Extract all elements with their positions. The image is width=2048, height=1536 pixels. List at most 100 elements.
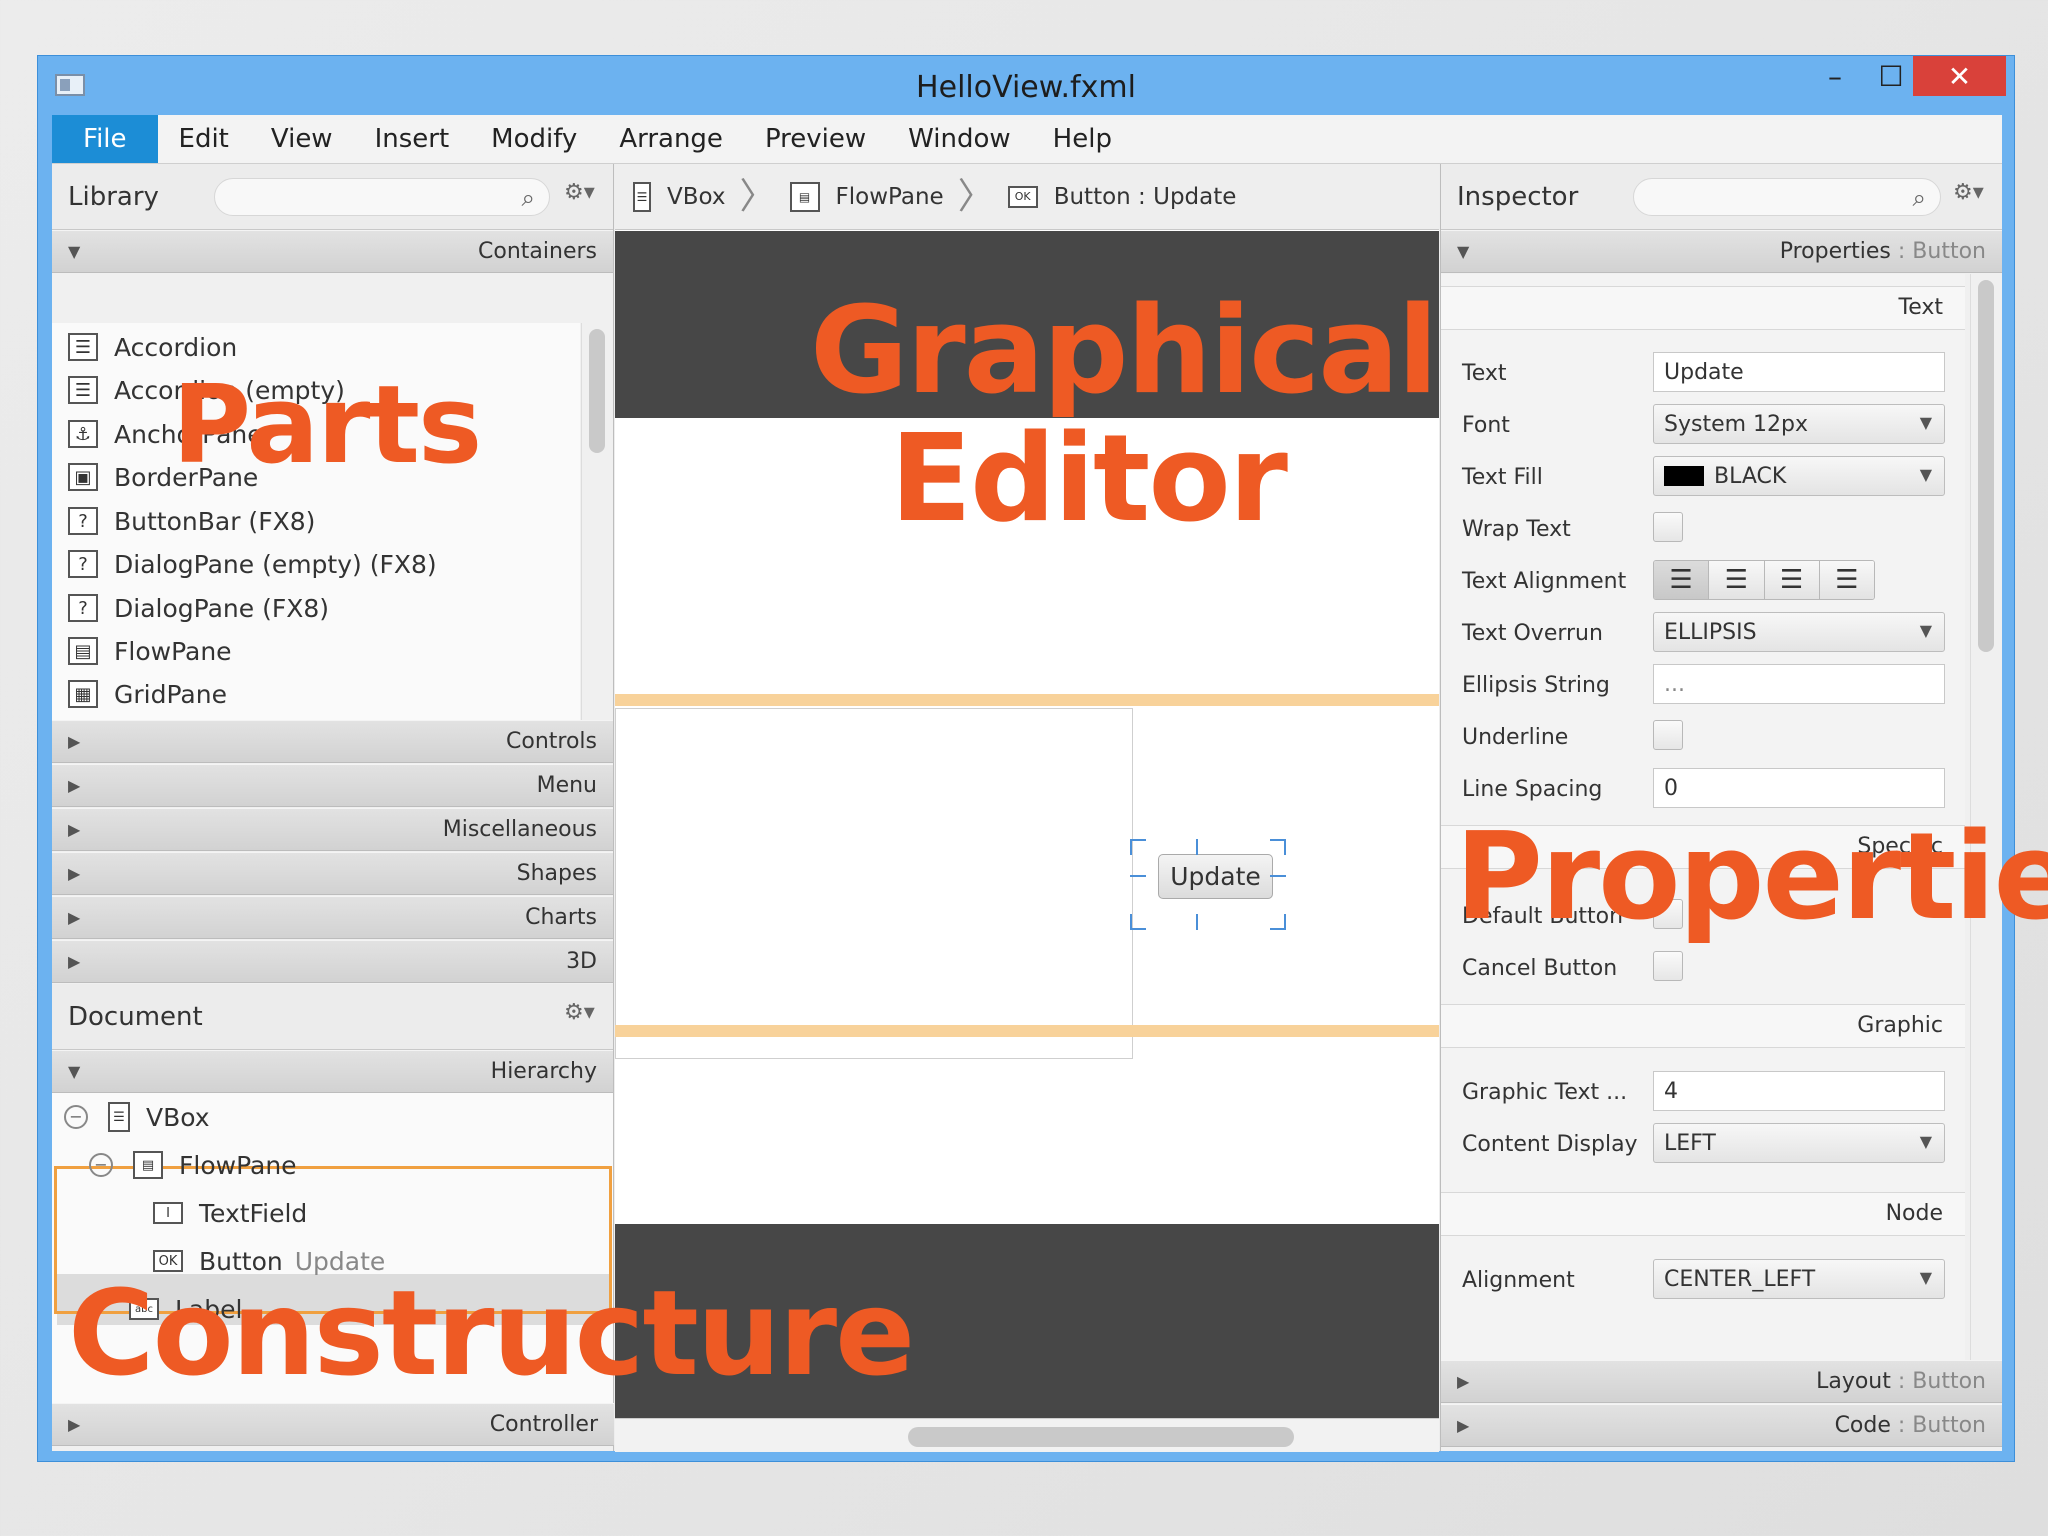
chevron-right-icon: 〉: [957, 175, 994, 217]
collapsed-arrow-icon: ▶: [68, 952, 81, 971]
section-miscellaneous[interactable]: ▶ Miscellaneous: [52, 808, 613, 851]
menu-edit[interactable]: Edit: [158, 115, 250, 163]
collapsed-arrow-icon: ▶: [68, 1415, 81, 1434]
line-spacing-field[interactable]: 0: [1653, 768, 1945, 808]
textfield-preview[interactable]: [615, 708, 1133, 1059]
section-controls[interactable]: ▶ Controls: [52, 720, 613, 763]
list-item[interactable]: ▤ FlowPane: [68, 631, 232, 671]
wrap-text-checkbox[interactable]: [1653, 512, 1683, 542]
scrollbar-thumb[interactable]: [908, 1427, 1294, 1447]
close-button[interactable]: ✕: [1913, 56, 2006, 96]
inspector-header: Inspector ⌕ ⚙▾: [1441, 164, 2002, 230]
expanded-arrow-icon: ▼: [68, 242, 81, 261]
menu-modify[interactable]: Modify: [470, 115, 598, 163]
chevron-down-icon: ▼: [1919, 1132, 1932, 1151]
list-item[interactable]: ▦ GridPane: [68, 674, 227, 714]
tree-item-textfield[interactable]: I TextField: [153, 1191, 307, 1235]
tree-item-vbox[interactable]: − ☰ VBox: [64, 1095, 210, 1139]
section-3d[interactable]: ▶ 3D: [52, 940, 613, 983]
breadcrumb-button[interactable]: OK Button : Update: [1007, 184, 1236, 210]
menu-insert[interactable]: Insert: [354, 115, 471, 163]
overlay-graphical: Graphical: [810, 282, 1438, 421]
inspector-title: Inspector: [1457, 182, 1579, 212]
inspector-search-input[interactable]: ⌕: [1633, 178, 1941, 216]
resize-handle[interactable]: [1130, 875, 1146, 877]
align-justify-icon[interactable]: ☰: [1819, 561, 1874, 599]
list-item[interactable]: ? DialogPane (FX8): [68, 588, 329, 628]
ellipsis-string-field[interactable]: ...: [1653, 664, 1945, 704]
collapse-icon[interactable]: −: [64, 1105, 88, 1129]
document-title: Document: [68, 1002, 203, 1032]
align-left-icon[interactable]: ☰: [1654, 561, 1710, 599]
minimize-button[interactable]: –: [1810, 56, 1860, 96]
resize-handle[interactable]: [1270, 914, 1286, 930]
editor-horizontal-scrollbar[interactable]: [615, 1418, 1439, 1452]
align-center-icon[interactable]: ☰: [1709, 561, 1765, 599]
gear-icon[interactable]: ⚙▾: [564, 1000, 595, 1025]
search-icon: ⌕: [1912, 184, 1926, 212]
resize-handle[interactable]: [1196, 839, 1198, 855]
section-containers[interactable]: ▼ Containers: [52, 230, 613, 273]
section-shapes[interactable]: ▶ Shapes: [52, 852, 613, 895]
collapsed-arrow-icon: ▶: [68, 776, 81, 795]
section-hierarchy[interactable]: ▼ Hierarchy: [52, 1050, 613, 1093]
menu-help[interactable]: Help: [1032, 115, 1133, 163]
update-button-preview[interactable]: Update: [1158, 854, 1273, 899]
text-overrun-select[interactable]: ELLIPSIS ▼: [1653, 612, 1945, 652]
content-display-select[interactable]: LEFT ▼: [1653, 1123, 1945, 1163]
resize-handle[interactable]: [1130, 914, 1146, 930]
chevron-down-icon: ▼: [1919, 1268, 1932, 1287]
tree-item-flowpane[interactable]: − ▤ FlowPane: [89, 1143, 297, 1187]
resize-handle[interactable]: [1130, 839, 1146, 855]
section-charts[interactable]: ▶ Charts: [52, 896, 613, 939]
library-search-input[interactable]: ⌕: [214, 178, 550, 216]
overlay-editor: Editor: [890, 410, 1288, 549]
menu-arrange[interactable]: Arrange: [598, 115, 744, 163]
chevron-down-icon: ▼: [1919, 413, 1932, 432]
align-right-icon[interactable]: ☰: [1764, 561, 1820, 599]
scrollbar-thumb[interactable]: [1978, 280, 1994, 652]
menu-file[interactable]: File: [52, 115, 158, 163]
border-pane-icon: ▣: [68, 463, 98, 491]
collapse-icon[interactable]: −: [89, 1153, 113, 1177]
cancel-button-checkbox[interactable]: [1653, 951, 1683, 981]
group-text: Text: [1441, 286, 1965, 330]
flow-pane-icon: ▤: [789, 181, 820, 212]
text-fill-picker[interactable]: BLACK ▼: [1653, 456, 1945, 496]
library-scrollbar[interactable]: [581, 323, 613, 720]
breadcrumb-vbox[interactable]: ☰ VBox: [633, 181, 726, 212]
resize-handle[interactable]: [1196, 914, 1198, 930]
button-icon: OK: [1007, 185, 1038, 208]
gear-icon[interactable]: ⚙▾: [1953, 180, 1984, 205]
breadcrumb-flowpane[interactable]: ▤ FlowPane: [789, 181, 944, 212]
menu-view[interactable]: View: [250, 115, 354, 163]
list-item[interactable]: ? ButtonBar (FX8): [68, 501, 315, 541]
graphic-text-gap-field[interactable]: 4: [1653, 1071, 1945, 1111]
section-properties[interactable]: ▼ Properties : Button: [1441, 230, 2002, 273]
font-select[interactable]: System 12px ▼: [1653, 404, 1945, 444]
underline-checkbox[interactable]: [1653, 720, 1683, 750]
menu-window[interactable]: Window: [887, 115, 1032, 163]
resize-handle[interactable]: [1270, 875, 1286, 877]
document-header: Document ⚙▾: [52, 984, 613, 1050]
section-layout[interactable]: ▶ Layout : Button: [1441, 1360, 2002, 1403]
collapsed-arrow-icon: ▶: [68, 820, 81, 839]
resize-handle[interactable]: [1270, 839, 1286, 855]
menu-preview[interactable]: Preview: [744, 115, 887, 163]
chevron-down-icon: ▼: [1919, 621, 1932, 640]
section-controller[interactable]: ▶ Controller: [52, 1403, 614, 1446]
text-field[interactable]: Update: [1653, 352, 1945, 392]
gear-icon[interactable]: ⚙▾: [564, 180, 595, 205]
chevron-down-icon: ▼: [1919, 465, 1932, 484]
section-menu[interactable]: ▶ Menu: [52, 764, 613, 807]
list-item[interactable]: ? DialogPane (empty) (FX8): [68, 544, 437, 584]
alignment-select[interactable]: CENTER_LEFT ▼: [1653, 1259, 1945, 1299]
menu-bar: File Edit View Insert Modify Arrange Pre…: [52, 115, 2002, 164]
scrollbar-thumb[interactable]: [589, 329, 605, 453]
maximize-button[interactable]: ☐: [1866, 56, 1916, 96]
group-node: Node: [1441, 1192, 1965, 1236]
section-code[interactable]: ▶ Code : Button: [1441, 1404, 2002, 1447]
flowpane-guide-bottom: [615, 1025, 1439, 1037]
list-item[interactable]: ☰ Accordion: [68, 327, 237, 367]
title-bar[interactable]: HelloView.fxml – ☐ ✕: [38, 56, 2014, 115]
